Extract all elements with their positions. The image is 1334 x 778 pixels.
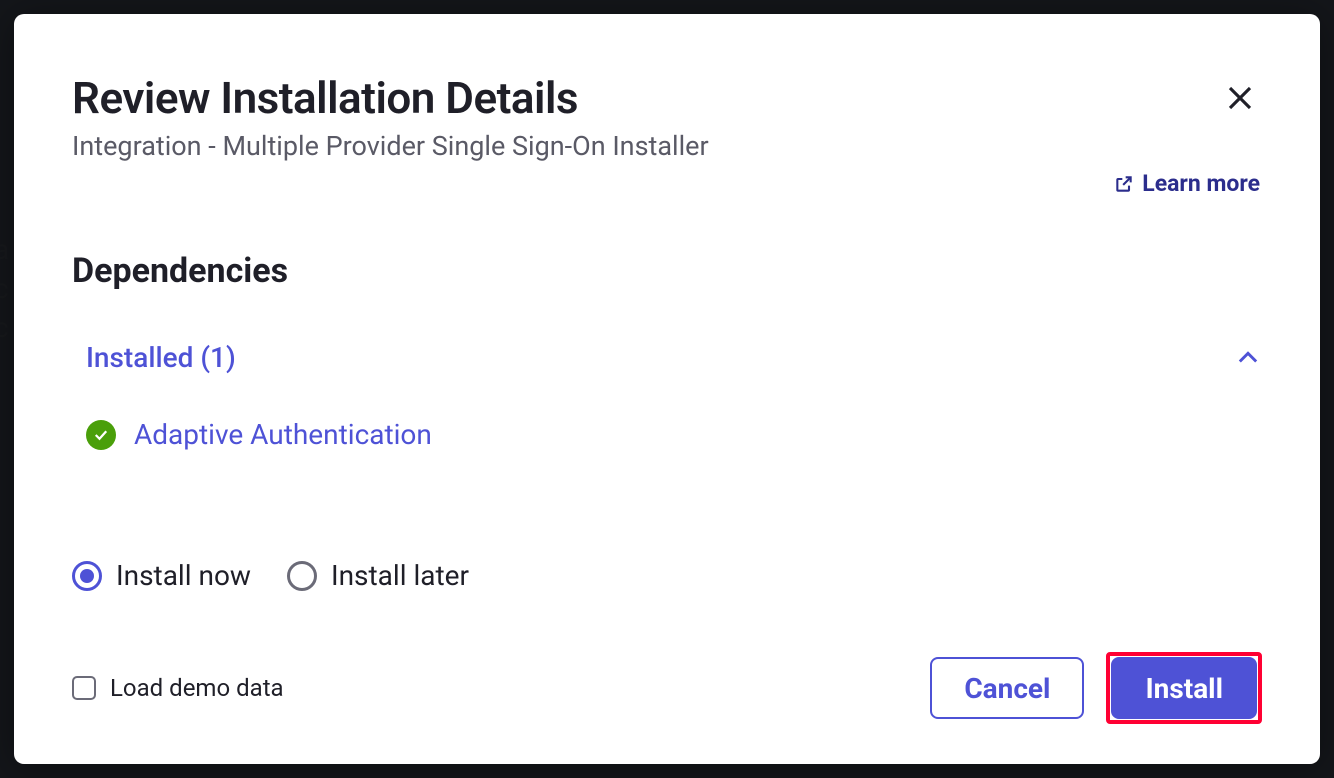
learn-more-link[interactable]: Learn more: [1114, 170, 1260, 197]
install-timing-row: Install now Install later: [72, 559, 1262, 592]
dependencies-group: Installed (1) Adaptive Authentication: [72, 341, 1262, 451]
modal-subtitle: Integration - Multiple Provider Single S…: [72, 130, 1218, 162]
title-block: Review Installation Details Integration …: [72, 72, 1218, 162]
close-button[interactable]: [1218, 76, 1262, 120]
radio-unchecked-icon: [287, 561, 317, 591]
cancel-button[interactable]: Cancel: [930, 657, 1084, 719]
checkbox-unchecked-icon: [72, 676, 96, 700]
install-button-label: Install: [1145, 672, 1223, 705]
external-link-icon: [1114, 174, 1134, 194]
chevron-up-icon: [1234, 344, 1262, 372]
install-button-highlight: Install: [1106, 652, 1262, 724]
check-circle-icon: [86, 420, 116, 450]
learn-more-label: Learn more: [1142, 170, 1260, 197]
install-details-modal: Review Installation Details Integration …: [14, 14, 1320, 764]
modal-footer: Load demo data Cancel Install: [72, 652, 1262, 724]
modal-title: Review Installation Details: [72, 72, 1218, 124]
load-demo-data-option[interactable]: Load demo data: [72, 674, 284, 702]
learn-more-row: Learn more: [72, 170, 1262, 197]
background-obscured-text: acc: [0, 230, 9, 348]
footer-button-group: Cancel Install: [930, 652, 1262, 724]
dependencies-group-label: Installed (1): [86, 341, 236, 374]
dependency-link[interactable]: Adaptive Authentication: [134, 418, 432, 451]
install-later-option[interactable]: Install later: [287, 559, 469, 592]
dependencies-heading: Dependencies: [72, 251, 1262, 291]
radio-checked-icon: [72, 561, 102, 591]
cancel-button-label: Cancel: [964, 672, 1050, 705]
dependency-item: Adaptive Authentication: [86, 418, 1262, 451]
dependencies-group-toggle[interactable]: Installed (1): [86, 341, 1262, 374]
install-now-label: Install now: [116, 559, 251, 592]
install-now-option[interactable]: Install now: [72, 559, 251, 592]
install-button[interactable]: Install: [1111, 657, 1257, 719]
install-later-label: Install later: [331, 559, 469, 592]
modal-header: Review Installation Details Integration …: [72, 72, 1262, 162]
close-icon: [1225, 83, 1255, 113]
load-demo-data-label: Load demo data: [110, 674, 284, 702]
